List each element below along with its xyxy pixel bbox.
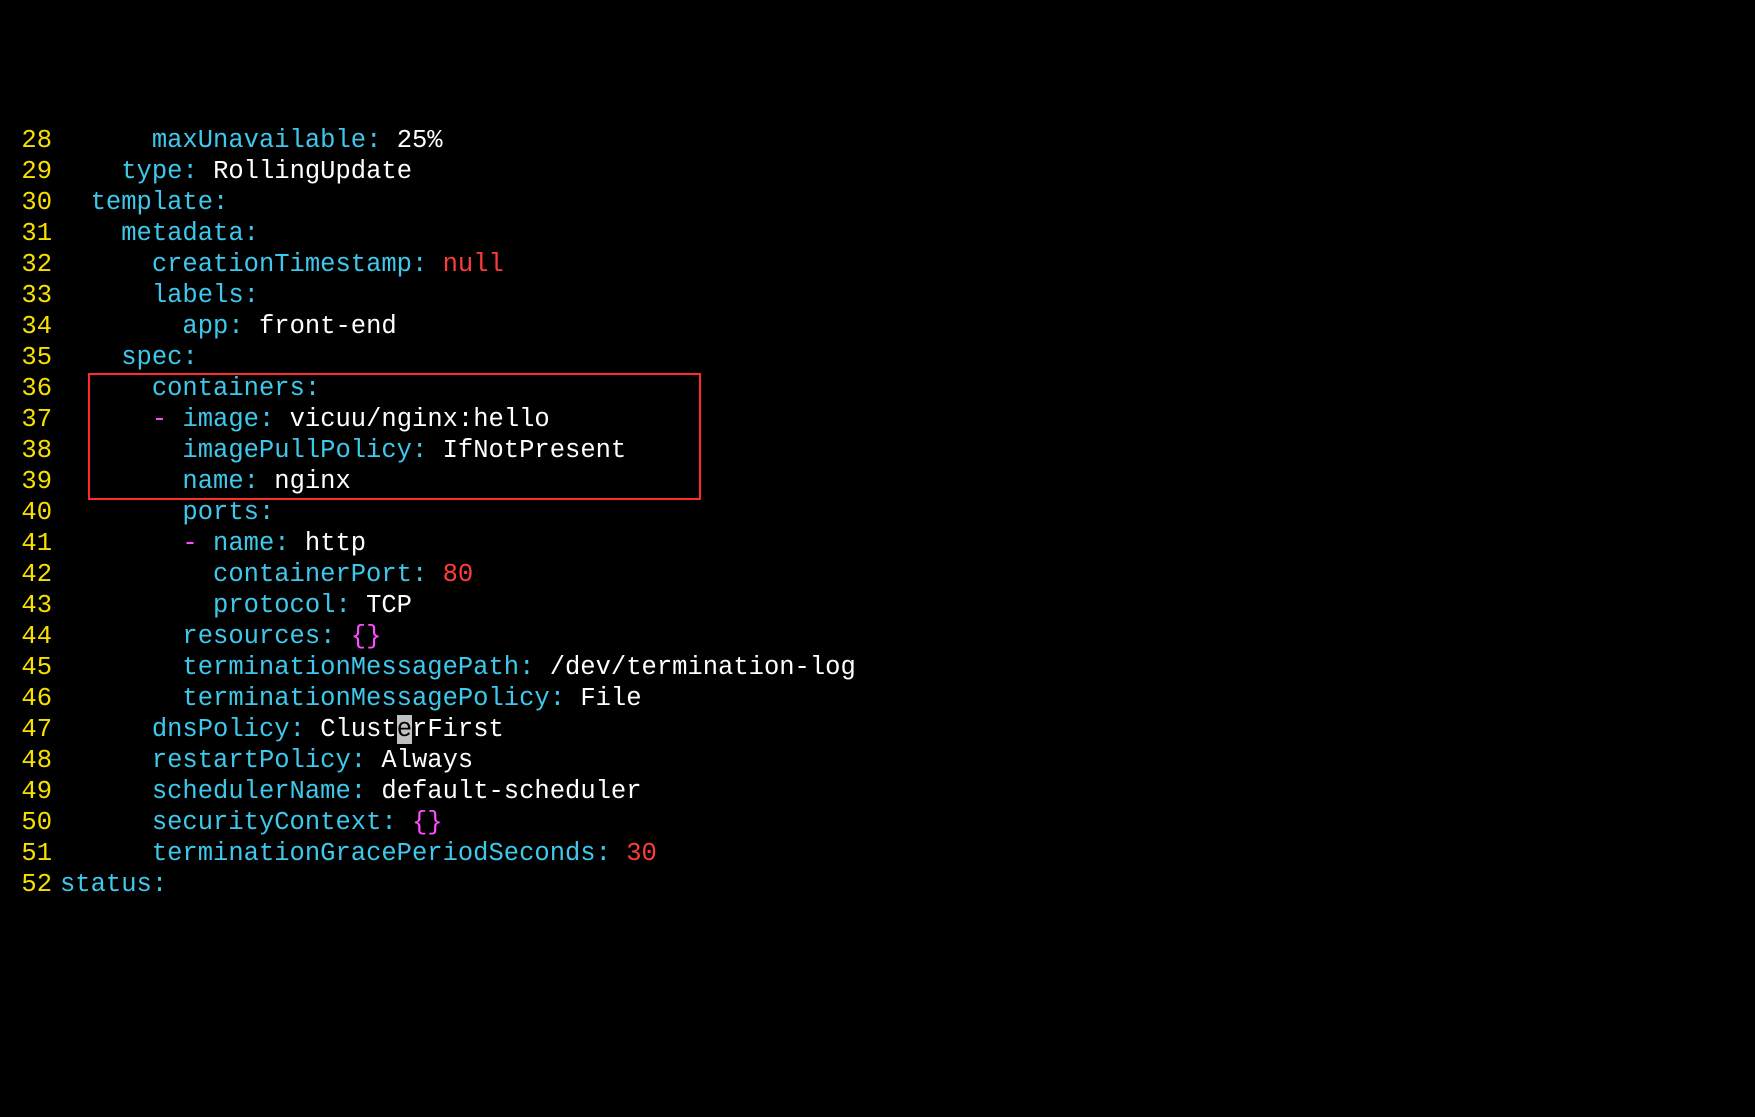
line-number: 36 [0,373,60,404]
line-number: 33 [0,280,60,311]
code-line[interactable]: 33 labels: [0,280,1755,311]
line-content[interactable]: labels: [60,280,1755,311]
code-line[interactable]: 48 restartPolicy: Always [0,745,1755,776]
code-line[interactable]: 41 - name: http [0,528,1755,559]
code-line[interactable]: 38 imagePullPolicy: IfNotPresent [0,435,1755,466]
line-number: 47 [0,714,60,745]
line-number: 32 [0,249,60,280]
code-line[interactable]: 29 type: RollingUpdate [0,156,1755,187]
code-line[interactable]: 44 resources: {} [0,621,1755,652]
line-content[interactable]: maxUnavailable: 25% [60,125,1755,156]
line-number: 49 [0,776,60,807]
line-number: 44 [0,621,60,652]
line-number: 28 [0,125,60,156]
code-line[interactable]: 37 - image: vicuu/nginx:hello [0,404,1755,435]
line-content[interactable]: ports: [60,497,1755,528]
code-line[interactable]: 31 metadata: [0,218,1755,249]
code-line[interactable]: 45 terminationMessagePath: /dev/terminat… [0,652,1755,683]
line-number: 38 [0,435,60,466]
line-content[interactable]: terminationMessagePolicy: File [60,683,1755,714]
line-content[interactable]: type: RollingUpdate [60,156,1755,187]
code-line[interactable]: 49 schedulerName: default-scheduler [0,776,1755,807]
line-content[interactable]: containers: [60,373,1755,404]
line-content[interactable]: template: [60,187,1755,218]
code-line[interactable]: 43 protocol: TCP [0,590,1755,621]
code-line[interactable]: 50 securityContext: {} [0,807,1755,838]
line-number: 51 [0,838,60,869]
line-number: 43 [0,590,60,621]
code-line[interactable]: 30 template: [0,187,1755,218]
code-line[interactable]: 51 terminationGracePeriodSeconds: 30 [0,838,1755,869]
line-number: 52 [0,869,60,900]
code-line[interactable]: 40 ports: [0,497,1755,528]
code-line[interactable]: 39 name: nginx [0,466,1755,497]
line-content[interactable]: protocol: TCP [60,590,1755,621]
line-number: 37 [0,404,60,435]
line-content[interactable]: app: front-end [60,311,1755,342]
line-number: 48 [0,745,60,776]
line-number: 46 [0,683,60,714]
code-line[interactable]: 47 dnsPolicy: ClusterFirst [0,714,1755,745]
line-number: 39 [0,466,60,497]
line-number: 31 [0,218,60,249]
code-line[interactable]: 42 containerPort: 80 [0,559,1755,590]
line-content[interactable]: securityContext: {} [60,807,1755,838]
line-number: 50 [0,807,60,838]
line-content[interactable]: containerPort: 80 [60,559,1755,590]
line-content[interactable]: terminationGracePeriodSeconds: 30 [60,838,1755,869]
code-line[interactable]: 32 creationTimestamp: null [0,249,1755,280]
code-line[interactable]: 36 containers: [0,373,1755,404]
line-content[interactable]: name: nginx [60,466,1755,497]
line-number: 45 [0,652,60,683]
line-number: 30 [0,187,60,218]
line-number: 29 [0,156,60,187]
code-line[interactable]: 34 app: front-end [0,311,1755,342]
line-content[interactable]: restartPolicy: Always [60,745,1755,776]
line-content[interactable]: status: [60,869,1755,900]
line-content[interactable]: - name: http [60,528,1755,559]
line-number: 41 [0,528,60,559]
line-content[interactable]: spec: [60,342,1755,373]
code-editor[interactable]: 28 maxUnavailable: 25%29 type: RollingUp… [0,125,1755,900]
line-number: 34 [0,311,60,342]
code-line[interactable]: 28 maxUnavailable: 25% [0,125,1755,156]
text-cursor: e [397,715,412,744]
line-content[interactable]: resources: {} [60,621,1755,652]
line-content[interactable]: imagePullPolicy: IfNotPresent [60,435,1755,466]
code-line[interactable]: 35 spec: [0,342,1755,373]
line-content[interactable]: creationTimestamp: null [60,249,1755,280]
line-content[interactable]: dnsPolicy: ClusterFirst [60,714,1755,745]
line-number: 40 [0,497,60,528]
line-number: 35 [0,342,60,373]
code-line[interactable]: 46 terminationMessagePolicy: File [0,683,1755,714]
line-content[interactable]: metadata: [60,218,1755,249]
line-number: 42 [0,559,60,590]
line-content[interactable]: schedulerName: default-scheduler [60,776,1755,807]
code-line[interactable]: 52status: [0,869,1755,900]
line-content[interactable]: - image: vicuu/nginx:hello [60,404,1755,435]
line-content[interactable]: terminationMessagePath: /dev/termination… [60,652,1755,683]
